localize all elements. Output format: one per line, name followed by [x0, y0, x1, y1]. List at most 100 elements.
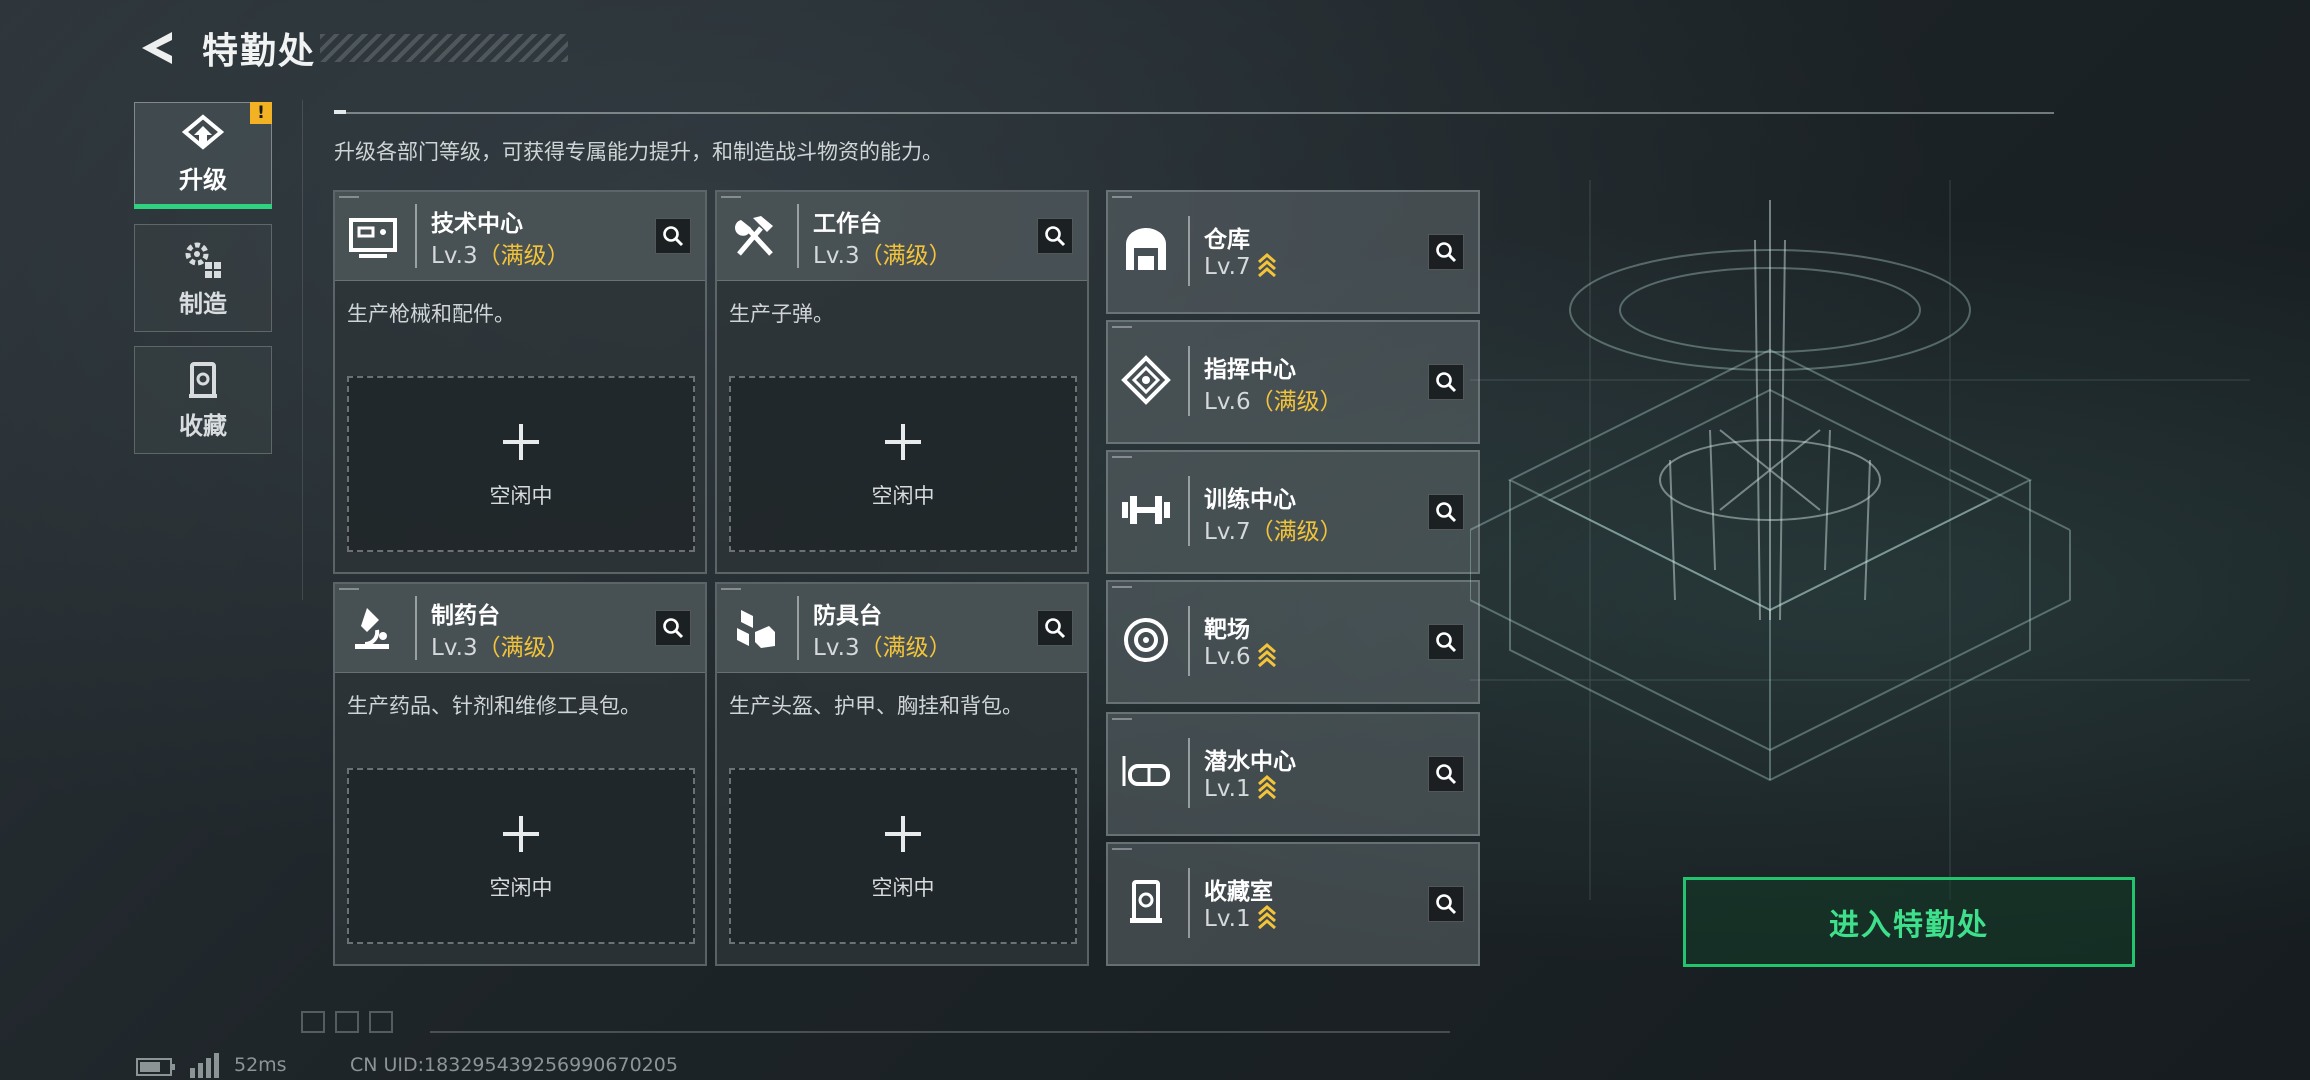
- slot-status: 空闲中: [871, 484, 935, 508]
- workshop-card-armor-bench[interactable]: 防具台 Lv.3（满级） 生产头盔、护甲、胸挂和背包。 空闲中: [715, 582, 1089, 966]
- slot-status: 空闲中: [489, 876, 553, 900]
- card-description: 生产子弹。: [729, 302, 834, 326]
- card-title: 工作台: [813, 211, 882, 237]
- production-slot[interactable]: 空闲中: [729, 376, 1077, 552]
- signal-icon: [190, 1053, 219, 1078]
- card-separator: [415, 204, 417, 268]
- tab-craft-label: 制造: [179, 289, 227, 318]
- production-slot[interactable]: 空闲中: [347, 376, 695, 552]
- tech-center-icon: [349, 218, 397, 258]
- card-separator: [1188, 738, 1190, 808]
- card-header: 工作台 Lv.3（满级）: [717, 192, 1087, 281]
- base-wireframe-illustration: [1470, 180, 2250, 900]
- card-level: Lv.3（满级）: [431, 243, 570, 269]
- card-title: 指挥中心: [1204, 357, 1296, 383]
- production-slot[interactable]: 空闲中: [347, 768, 695, 944]
- ping-readout: 52ms: [234, 1054, 287, 1076]
- card-description: 生产药品、针剂和维修工具包。: [347, 694, 641, 718]
- card-title: 靶场: [1204, 617, 1250, 643]
- back-button[interactable]: [136, 26, 180, 70]
- facility-card-warehouse[interactable]: 仓库 Lv.7: [1106, 190, 1480, 314]
- tab-upgrade-label: 升级: [179, 165, 227, 194]
- card-level: Lv.7（满级）: [1204, 519, 1343, 545]
- command-center-icon: [1121, 355, 1171, 405]
- card-level: Lv.3（满级）: [431, 635, 570, 661]
- search-icon[interactable]: [1428, 494, 1464, 530]
- slot-status: 空闲中: [871, 876, 935, 900]
- target-icon: [1124, 618, 1168, 662]
- workshop-card-pharmacy[interactable]: 制药台 Lv.3（满级） 生产药品、针剂和维修工具包。 空闲中: [333, 582, 707, 966]
- armor-bench-icon: [737, 610, 775, 648]
- facility-card-training-center[interactable]: 训练中心 Lv.7（满级）: [1106, 450, 1480, 574]
- production-slot[interactable]: 空闲中: [729, 768, 1077, 944]
- card-level: Lv.6（满级）: [1204, 389, 1343, 415]
- card-title: 技术中心: [431, 211, 523, 237]
- card-level: Lv.3（满级）: [813, 635, 952, 661]
- card-title: 潜水中心: [1204, 749, 1296, 775]
- card-description: 生产枪械和配件。: [347, 302, 515, 326]
- search-icon[interactable]: [1428, 886, 1464, 922]
- card-header: 制药台 Lv.3（满级）: [335, 584, 705, 673]
- card-separator: [1188, 606, 1190, 676]
- warning-badge: !: [250, 102, 272, 124]
- upgrade-available-icon: [1257, 643, 1276, 668]
- workshop-card-tech-center[interactable]: 技术中心 Lv.3（满级） 生产枪械和配件。 空闲中: [333, 190, 707, 574]
- collection-icon: [189, 361, 217, 398]
- upgrade-icon: [181, 113, 225, 150]
- user-uid: CN UID:183295439256990670205: [350, 1054, 678, 1076]
- battery-icon: [136, 1058, 175, 1076]
- upgrade-available-icon: [1257, 253, 1276, 278]
- search-icon[interactable]: [655, 218, 691, 254]
- gears-icon: [185, 242, 221, 278]
- upgrade-available-icon: [1257, 905, 1276, 930]
- card-separator: [1188, 868, 1190, 938]
- card-level: Lv.1: [1204, 774, 1277, 802]
- facility-card-collection-room[interactable]: 收藏室 Lv.1: [1106, 842, 1480, 966]
- collection-room-icon: [1130, 880, 1162, 923]
- card-header: 技术中心 Lv.3（满级）: [335, 192, 705, 281]
- card-title: 制药台: [431, 603, 500, 629]
- dumbbell-icon: [1122, 496, 1170, 524]
- search-icon[interactable]: [1428, 234, 1464, 270]
- facility-card-shooting-range[interactable]: 靶场 Lv.6: [1106, 580, 1480, 704]
- search-icon[interactable]: [655, 610, 691, 646]
- card-level: Lv.3（满级）: [813, 243, 952, 269]
- card-title: 训练中心: [1204, 487, 1296, 513]
- search-icon[interactable]: [1428, 624, 1464, 660]
- search-icon[interactable]: [1037, 610, 1073, 646]
- plus-icon: [885, 424, 921, 460]
- bottom-decoration: [301, 1011, 1450, 1033]
- title-decoration: [320, 34, 568, 62]
- card-separator: [1188, 476, 1190, 546]
- search-icon[interactable]: [1428, 364, 1464, 400]
- card-header: 防具台 Lv.3（满级）: [717, 584, 1087, 673]
- enter-special-ops-button[interactable]: 进入特勤处: [1683, 877, 2135, 967]
- tab-craft[interactable]: 制造: [134, 224, 272, 332]
- header-rule: [334, 112, 2054, 114]
- plus-icon: [503, 816, 539, 852]
- page-description: 升级各部门等级，可获得专属能力提升，和制造战斗物资的能力。: [334, 140, 943, 164]
- card-separator: [797, 204, 799, 268]
- search-icon[interactable]: [1037, 218, 1073, 254]
- slot-status: 空闲中: [489, 484, 553, 508]
- card-level: Lv.1: [1204, 904, 1277, 932]
- card-separator: [415, 596, 417, 660]
- active-tab-indicator: [134, 204, 272, 209]
- dive-mask-icon: [1122, 756, 1170, 786]
- workbench-icon: [735, 216, 773, 256]
- card-separator: [1188, 346, 1190, 416]
- tab-collection[interactable]: 收藏: [134, 346, 272, 454]
- card-level: Lv.7: [1204, 252, 1277, 280]
- card-title: 收藏室: [1204, 879, 1273, 905]
- facility-card-command-center[interactable]: 指挥中心 Lv.6（满级）: [1106, 320, 1480, 444]
- workshop-card-workbench[interactable]: 工作台 Lv.3（满级） 生产子弹。 空闲中: [715, 190, 1089, 574]
- header-rule-cap: [334, 110, 346, 114]
- card-separator: [797, 596, 799, 660]
- card-title: 仓库: [1204, 227, 1250, 253]
- pharmacy-icon: [355, 608, 389, 649]
- warehouse-icon: [1126, 228, 1166, 270]
- plus-icon: [503, 424, 539, 460]
- facility-card-dive-center[interactable]: 潜水中心 Lv.1: [1106, 712, 1480, 836]
- search-icon[interactable]: [1428, 756, 1464, 792]
- plus-icon: [885, 816, 921, 852]
